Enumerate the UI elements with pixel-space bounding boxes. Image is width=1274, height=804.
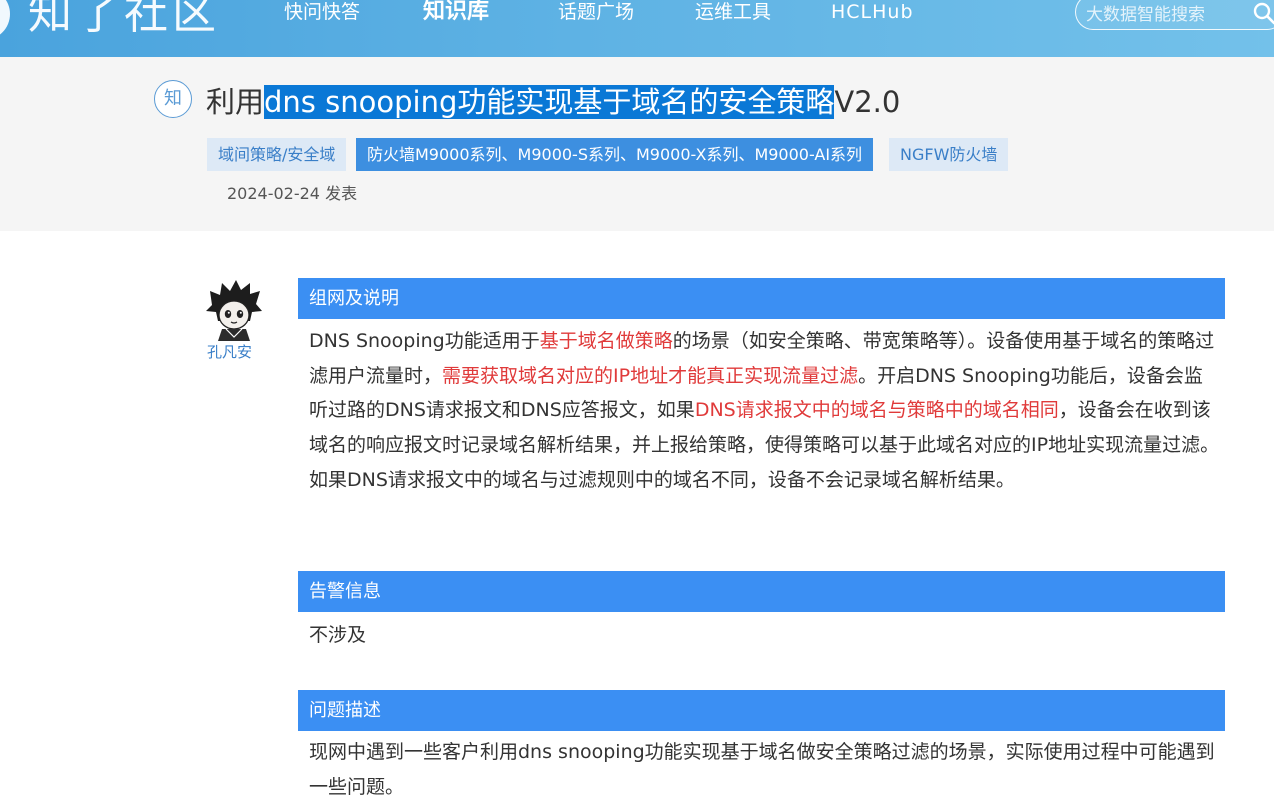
nav-item-topics[interactable]: 话题广场 bbox=[558, 0, 634, 24]
nav-item-ops-tools[interactable]: 运维工具 bbox=[695, 0, 771, 24]
tag-firewall-m9000[interactable]: 防火墙M9000系列、M9000-S系列、M9000-X系列、M9000-AI系… bbox=[356, 138, 874, 171]
highlight-text: 需要获取域名对应的IP地址才能真正实现流量过滤 bbox=[442, 364, 859, 387]
nav-item-hclhub[interactable]: HCLHub bbox=[831, 0, 914, 24]
tag-ngfw[interactable]: NGFW防火墙 bbox=[889, 138, 1009, 171]
tag-inter-domain-policy[interactable]: 域间策略/安全域 bbox=[207, 138, 347, 171]
highlight-text: DNS请求报文中的域名与策略中的域名相同 bbox=[694, 399, 1059, 422]
site-logo[interactable]: 知了社区 bbox=[0, 0, 250, 42]
title-prefix: 利用 bbox=[206, 85, 265, 119]
nav-item-qa[interactable]: 快问快答 bbox=[284, 0, 360, 24]
nav-item-knowledge-base[interactable]: 知识库 bbox=[423, 0, 489, 25]
author-name[interactable]: 孔凡安 bbox=[207, 342, 252, 362]
author-avatar[interactable] bbox=[206, 279, 262, 341]
title-selected-text: dns snooping功能实现基于域名的安全策略 bbox=[264, 85, 835, 119]
highlight-text: 基于域名做策略 bbox=[539, 330, 673, 352]
section-body-network: DNS Snooping功能适用于基于域名做策略的场景（如安全策略、带宽策略等）… bbox=[309, 324, 1221, 498]
knowledge-badge-icon: 知 bbox=[154, 80, 192, 118]
section-heading-network: 组网及说明 bbox=[298, 278, 1225, 319]
section-heading-alarm: 告警信息 bbox=[298, 571, 1225, 612]
search-box bbox=[1075, 0, 1274, 30]
page-title: 利用dns snooping功能实现基于域名的安全策略V2.0 bbox=[206, 82, 900, 122]
title-suffix: V2.0 bbox=[834, 85, 901, 119]
search-icon[interactable] bbox=[1252, 1, 1274, 25]
logo-circle-icon bbox=[0, 0, 10, 40]
post-date: 2024-02-24 发表 bbox=[227, 184, 358, 203]
section-body-problem: 现网中遇到一些客户利用dns snooping功能实现基于域名做安全策略过滤的场… bbox=[309, 741, 1215, 798]
top-navigation: 知了社区 快问快答 知识库 话题广场 运维工具 HCLHub bbox=[0, 0, 1274, 57]
search-input[interactable] bbox=[1086, 3, 1246, 27]
body-text: DNS Snooping功能适用于 bbox=[309, 330, 540, 352]
section-heading-problem: 问题描述 bbox=[298, 690, 1225, 731]
logo-text: 知了社区 bbox=[28, 0, 220, 39]
section-body-alarm: 不涉及 bbox=[309, 624, 367, 646]
